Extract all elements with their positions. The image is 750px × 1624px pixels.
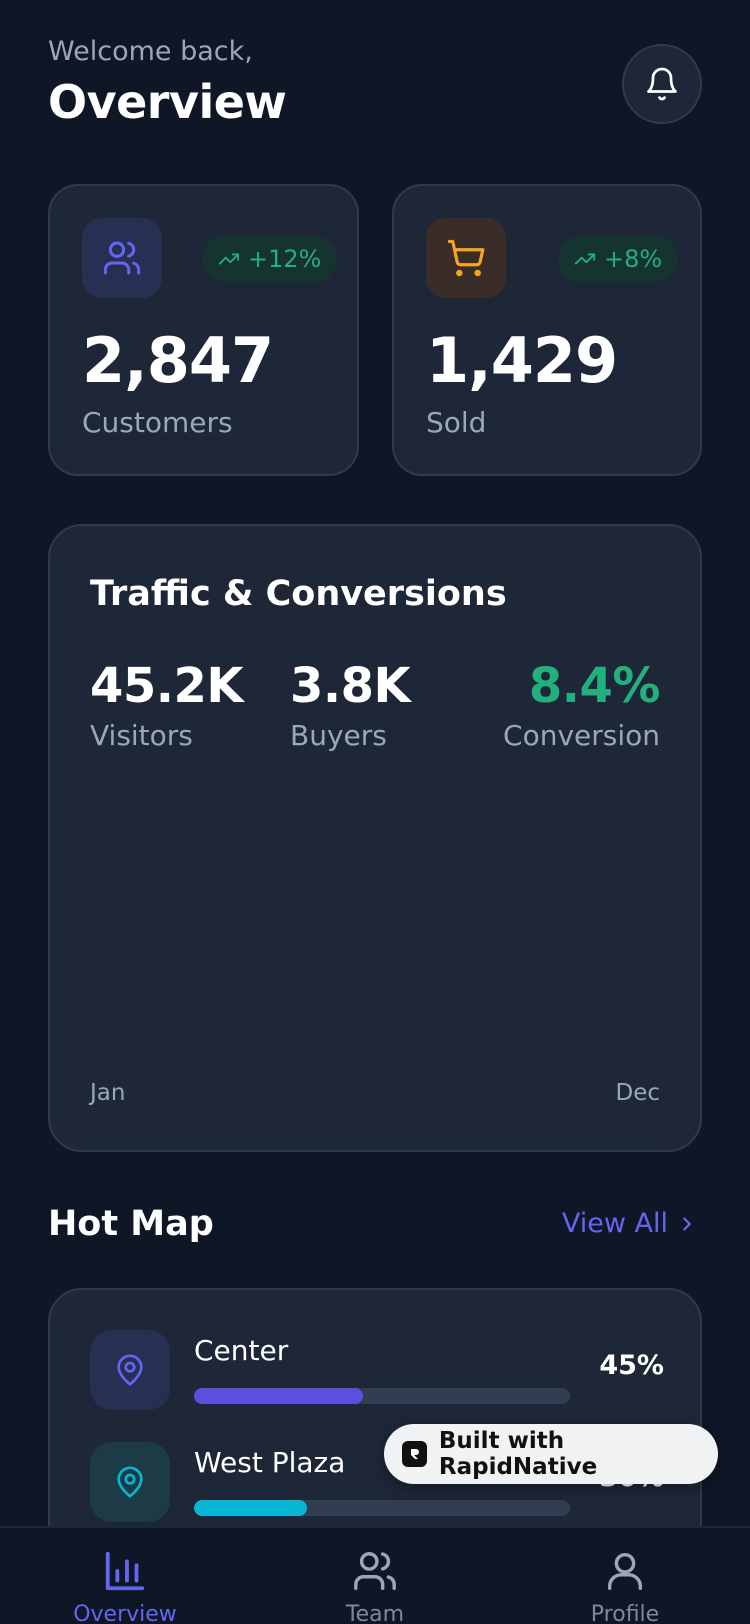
- team-icon: [354, 1552, 396, 1590]
- sold-value: 1,429: [426, 324, 618, 397]
- trending-up-icon: [218, 253, 240, 265]
- trending-up-icon: [574, 253, 596, 265]
- customers-trend-badge: +12%: [202, 236, 338, 282]
- traffic-card: Traffic & Conversions 45.2K Visitors 3.8…: [48, 524, 702, 1152]
- hot-map-title: Hot Map: [48, 1204, 214, 1244]
- sold-icon-box: [426, 218, 506, 298]
- buyers-value: 3.8K: [290, 658, 411, 714]
- traffic-title: Traffic & Conversions: [90, 574, 507, 614]
- header: Welcome back, Overview: [48, 32, 702, 132]
- location-name: West Plaza: [194, 1446, 346, 1479]
- users-icon: [103, 241, 141, 275]
- tab-team-label: Team: [345, 1602, 405, 1624]
- view-all-label: View All: [561, 1208, 668, 1239]
- location-progress-fill: [194, 1388, 364, 1404]
- tab-overview[interactable]: Overview: [35, 1546, 215, 1624]
- axis-start-label: Jan: [90, 1080, 126, 1106]
- bar-chart-icon: [105, 1551, 145, 1591]
- map-pin-icon: [117, 1354, 143, 1386]
- map-pin-icon: [117, 1466, 143, 1498]
- visitors-label: Visitors: [90, 719, 193, 752]
- view-all-link[interactable]: View All: [562, 1208, 698, 1239]
- location-icon-box: [90, 1330, 170, 1410]
- buyers-metric: 3.8K Buyers: [290, 656, 411, 756]
- hot-map-row[interactable]: Center 45%: [90, 1330, 664, 1410]
- rapidnative-logo-icon: [402, 1441, 427, 1467]
- location-icon-box: [90, 1442, 170, 1522]
- conversion-value: 8.4%: [528, 658, 661, 714]
- location-progress-fill: [194, 1500, 307, 1516]
- customers-card[interactable]: +12% 2,847 Customers: [48, 184, 359, 476]
- customers-label: Customers: [82, 406, 233, 439]
- visitors-value: 45.2K: [90, 658, 244, 714]
- chevron-right-icon: [683, 1216, 691, 1231]
- cart-icon: [447, 239, 485, 277]
- customers-icon-box: [82, 218, 162, 298]
- sold-trend-badge: +8%: [558, 236, 679, 282]
- visitors-metric: 45.2K Visitors: [90, 656, 244, 756]
- conversion-metric: 8.4% Conversion: [503, 656, 660, 756]
- sold-card[interactable]: +8% 1,429 Sold: [392, 184, 702, 476]
- location-percent: 45%: [599, 1350, 664, 1381]
- location-name: Center: [194, 1334, 289, 1367]
- sold-label: Sold: [426, 406, 487, 439]
- tab-team[interactable]: Team: [285, 1546, 465, 1624]
- axis-end-label: Dec: [615, 1080, 660, 1106]
- tab-overview-label: Overview: [73, 1602, 177, 1624]
- welcome-text: Welcome back,: [48, 36, 253, 67]
- location-progress-track: [194, 1500, 570, 1516]
- page-title: Overview: [48, 75, 287, 129]
- profile-icon: [607, 1552, 643, 1590]
- notifications-button[interactable]: [622, 44, 702, 124]
- bell-icon: [647, 67, 677, 101]
- bottom-tab-bar: Overview Team Profile: [0, 1526, 750, 1624]
- buyers-label: Buyers: [290, 719, 387, 752]
- location-progress-track: [194, 1388, 570, 1404]
- built-with-badge[interactable]: Built with RapidNative: [384, 1424, 718, 1484]
- conversion-label: Conversion: [503, 719, 660, 752]
- customers-trend-value: +12%: [248, 245, 322, 273]
- tab-profile[interactable]: Profile: [535, 1546, 715, 1624]
- customers-value: 2,847: [82, 324, 274, 397]
- built-with-label: Built with RapidNative: [438, 1428, 598, 1480]
- sold-trend-value: +8%: [604, 245, 663, 273]
- tab-profile-label: Profile: [590, 1602, 660, 1624]
